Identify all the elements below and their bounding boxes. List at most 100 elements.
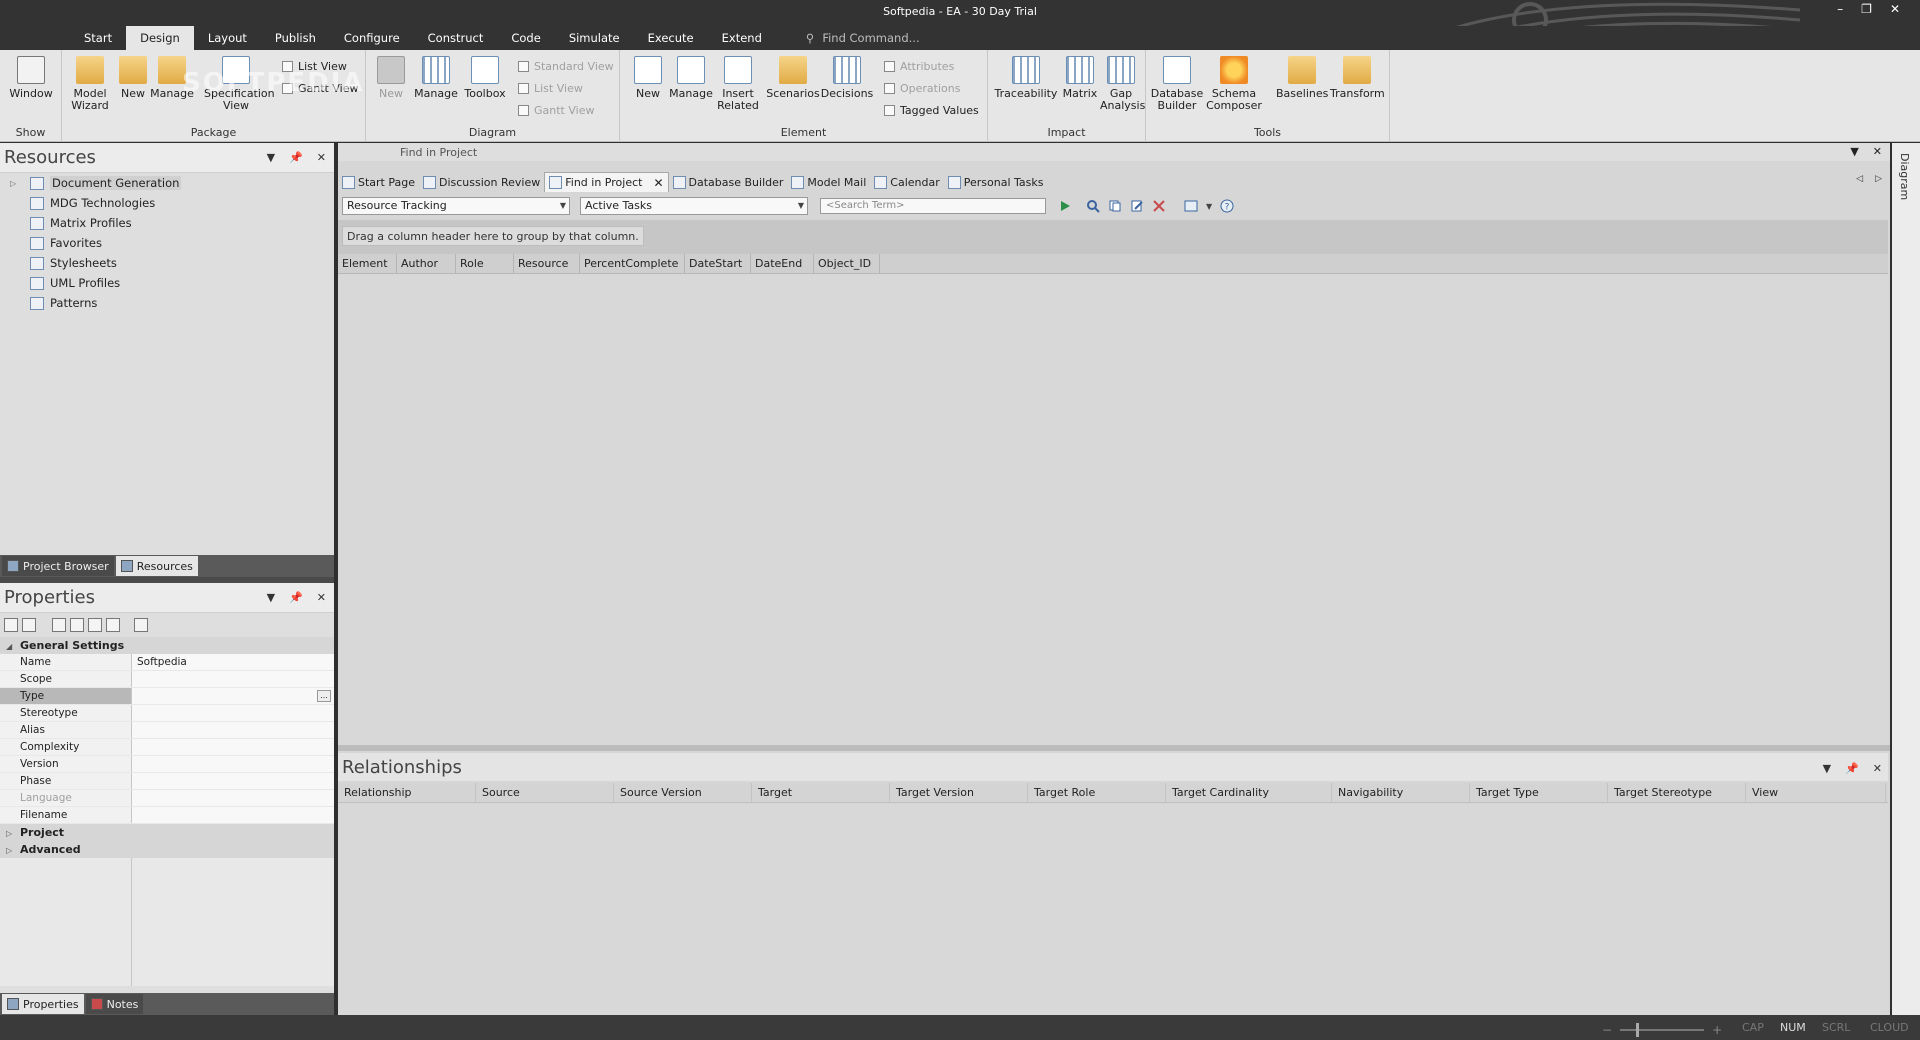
zoom-slider-handle[interactable] — [1636, 1023, 1640, 1037]
run-search-icon[interactable] — [1058, 199, 1072, 213]
tree-item-favorites[interactable]: Favorites — [0, 233, 334, 253]
close-icon[interactable]: ✕ — [317, 591, 326, 604]
close-icon[interactable]: ✕ — [317, 151, 326, 164]
tab-calendar[interactable]: Calendar — [870, 172, 943, 192]
column-header[interactable]: DateEnd — [751, 254, 814, 274]
tree-item-mdg-technologies[interactable]: MDG Technologies — [0, 193, 334, 213]
decisions-button[interactable]: Decisions — [820, 56, 874, 100]
diagram-dock-tab[interactable]: Diagram — [1898, 153, 1911, 200]
property-row[interactable]: Scope — [0, 671, 334, 688]
tab-model-mail[interactable]: Model Mail — [787, 172, 870, 192]
property-row[interactable]: Phase — [0, 773, 334, 790]
edit-icon[interactable] — [1130, 199, 1144, 213]
close-window-icon[interactable]: ✕ — [1890, 2, 1900, 16]
tab-construct[interactable]: Construct — [414, 26, 498, 50]
delete-icon[interactable] — [1152, 199, 1166, 213]
tab-start-page[interactable]: Start Page — [338, 172, 419, 192]
minimize-icon[interactable]: – — [1837, 2, 1843, 16]
dropdown-icon[interactable]: ▼ — [1850, 145, 1858, 158]
dropdown-icon[interactable]: ▼ — [267, 151, 275, 164]
column-header[interactable]: Resource — [514, 254, 580, 274]
column-header[interactable]: Navigability — [1332, 783, 1470, 803]
properties-icon[interactable] — [88, 618, 102, 632]
diamond-icon[interactable] — [52, 618, 66, 632]
tree-item-matrix-profiles[interactable]: Matrix Profiles — [0, 213, 334, 233]
view-options-icon[interactable] — [1184, 199, 1198, 213]
relationships-grid[interactable] — [338, 804, 1888, 1015]
tab-start[interactable]: Start — [70, 26, 126, 50]
dropdown-icon[interactable]: ▼ — [1823, 762, 1831, 775]
copy-icon[interactable] — [1108, 199, 1122, 213]
standard-view-button[interactable]: Standard View — [518, 60, 614, 73]
column-header[interactable]: Source Version — [614, 783, 752, 803]
categorized-icon[interactable] — [4, 618, 18, 632]
column-header[interactable]: PercentComplete — [580, 254, 685, 274]
close-tab-icon[interactable]: ✕ — [653, 176, 663, 190]
tagged-values-button[interactable]: Tagged Values — [884, 104, 979, 117]
expand-icon[interactable]: ▷ — [10, 179, 20, 188]
pin-icon[interactable]: 📌 — [1845, 762, 1859, 775]
column-header[interactable]: Target Role — [1028, 783, 1166, 803]
baselines-button[interactable]: Baselines — [1276, 56, 1328, 100]
tab-simulate[interactable]: Simulate — [555, 26, 634, 50]
help-icon[interactable]: ? — [1220, 199, 1234, 213]
search-category-select[interactable]: Resource Tracking ▼ — [342, 197, 570, 215]
tree-item-stylesheets[interactable]: Stylesheets — [0, 253, 334, 273]
collapse-icon[interactable]: ◢ — [6, 638, 20, 655]
check-icon[interactable] — [70, 618, 84, 632]
element-manage-button[interactable]: Manage — [668, 56, 714, 100]
tab-resources[interactable]: Resources — [115, 556, 198, 576]
column-header[interactable]: Target Stereotype — [1608, 783, 1746, 803]
property-row[interactable]: Alias — [0, 722, 334, 739]
scenarios-button[interactable]: Scenarios — [766, 56, 820, 100]
tab-project-browser[interactable]: Project Browser — [2, 556, 114, 576]
ellipsis-button[interactable]: ... — [317, 690, 331, 702]
tab-publish[interactable]: Publish — [261, 26, 330, 50]
tab-configure[interactable]: Configure — [330, 26, 414, 50]
column-header[interactable]: Element — [338, 254, 397, 274]
diagram-list-view-button[interactable]: List View — [518, 82, 583, 95]
expand-icon[interactable]: ▷ — [6, 825, 20, 842]
property-row[interactable]: Type... — [0, 688, 334, 705]
column-header[interactable]: Source — [476, 783, 614, 803]
tab-execute[interactable]: Execute — [634, 26, 708, 50]
column-header[interactable]: Target — [752, 783, 890, 803]
results-grid[interactable] — [338, 275, 1888, 745]
tab-database-builder[interactable]: Database Builder — [669, 172, 788, 192]
schema-composer-button[interactable]: Schema Composer — [1204, 56, 1264, 112]
column-header[interactable]: Object_ID — [814, 254, 880, 274]
traceability-button[interactable]: Traceability — [992, 56, 1060, 100]
model-wizard-button[interactable]: Model Wizard — [70, 56, 110, 112]
column-header[interactable]: Target Version — [890, 783, 1028, 803]
tab-find-in-project[interactable]: Find in Project ✕ — [544, 172, 669, 192]
tab-scroll-left-icon[interactable]: ◁ — [1856, 174, 1863, 184]
tree-item-document-generation[interactable]: ▷ Document Generation — [0, 173, 334, 193]
tab-scroll-right-icon[interactable]: ▷ — [1875, 174, 1882, 184]
package-new-button[interactable]: New — [116, 56, 150, 100]
database-builder-button[interactable]: Database Builder — [1150, 56, 1204, 112]
column-header[interactable]: Role — [456, 254, 514, 274]
close-icon[interactable]: ✕ — [1873, 762, 1882, 775]
column-header[interactable]: Author — [397, 254, 456, 274]
property-row[interactable]: Filename — [0, 807, 334, 824]
zoom-slider[interactable] — [1620, 1023, 1705, 1037]
element-new-button[interactable]: New — [632, 56, 664, 100]
arrow-up-icon[interactable] — [106, 618, 120, 632]
matrix-button[interactable]: Matrix — [1060, 56, 1100, 100]
tree-item-uml-profiles[interactable]: UML Profiles — [0, 273, 334, 293]
diagram-gantt-view-button[interactable]: Gantt View — [518, 104, 594, 117]
pin-icon[interactable]: 📌 — [289, 591, 303, 604]
gap-analysis-button[interactable]: Gap Analysis — [1100, 56, 1145, 112]
close-icon[interactable]: ✕ — [1873, 145, 1882, 158]
insert-related-button[interactable]: Insert Related — [716, 56, 760, 112]
diagram-new-button[interactable]: New — [376, 56, 406, 100]
tab-discussion-review[interactable]: Discussion Review — [419, 172, 544, 192]
tab-notes[interactable]: Notes — [85, 994, 144, 1014]
tab-properties[interactable]: Properties — [2, 994, 84, 1014]
tab-layout[interactable]: Layout — [194, 26, 261, 50]
search-builder-icon[interactable] — [1086, 199, 1100, 213]
sort-alpha-icon[interactable] — [22, 618, 36, 632]
search-name-select[interactable]: Active Tasks ▼ — [580, 197, 808, 215]
diagram-manage-button[interactable]: Manage — [414, 56, 458, 100]
operations-button[interactable]: Operations — [884, 82, 960, 95]
